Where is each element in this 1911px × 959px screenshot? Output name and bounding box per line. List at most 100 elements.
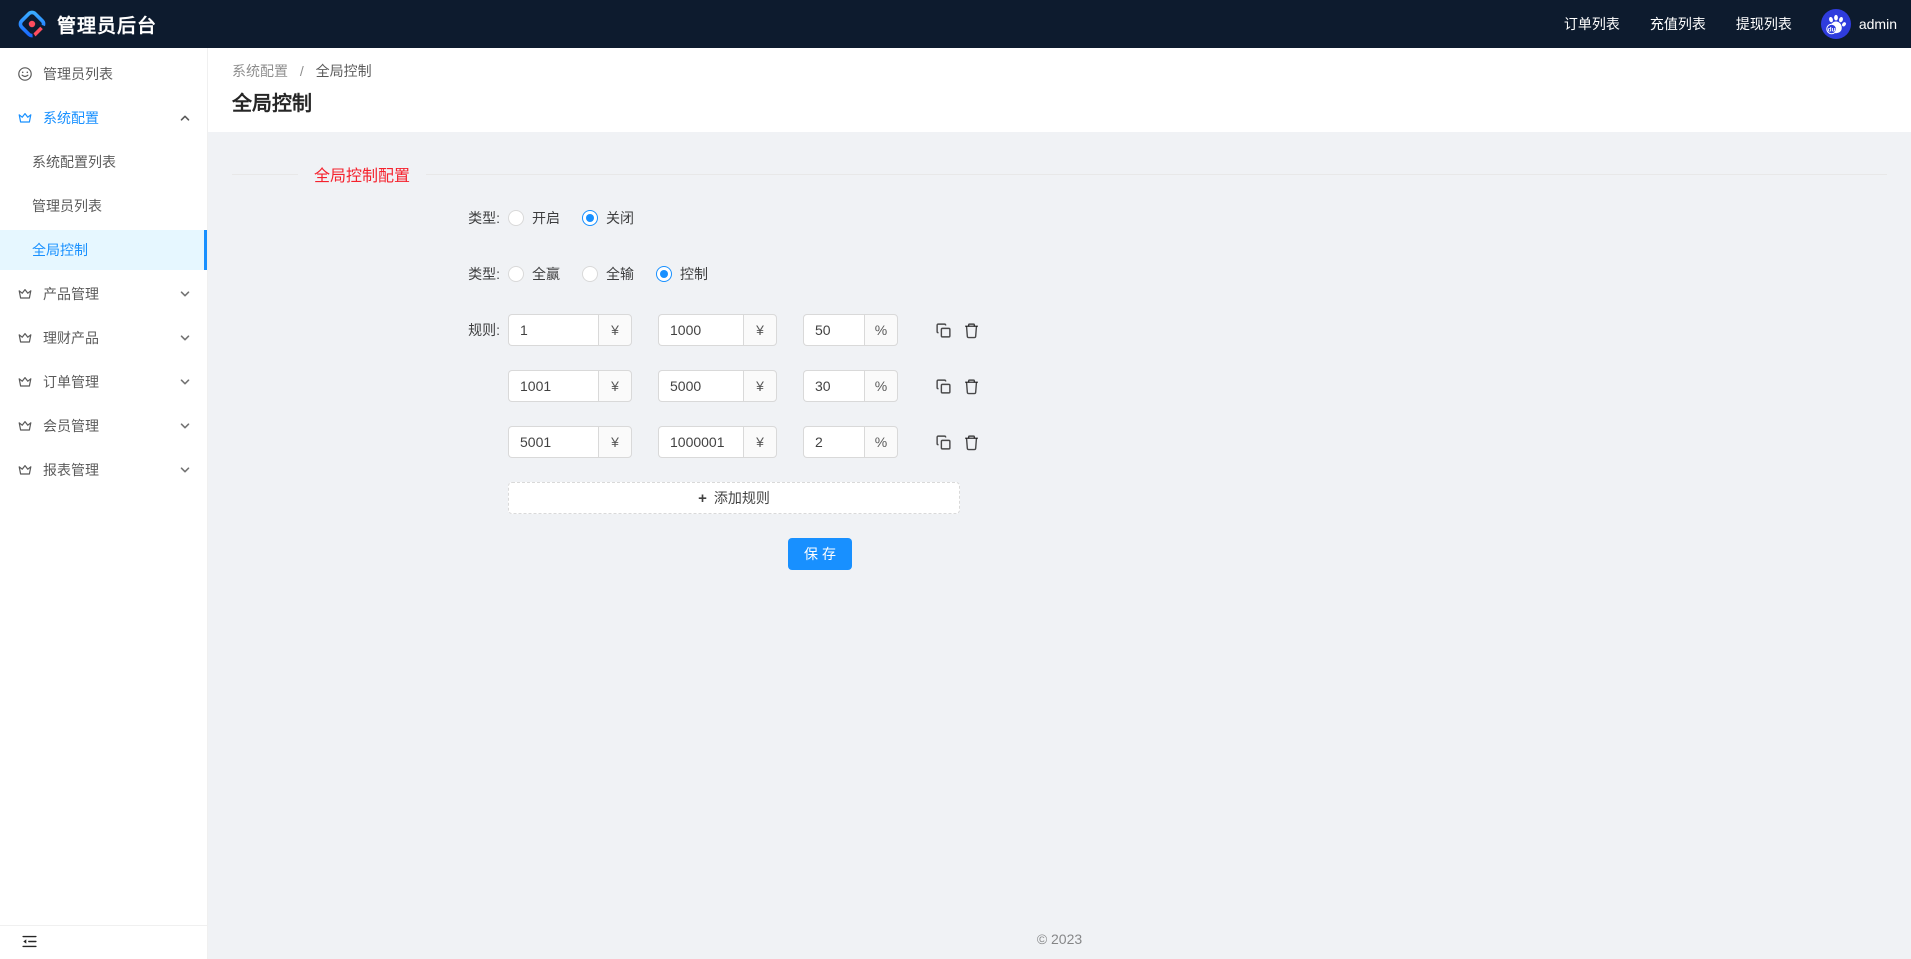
- sidebar-subitem-global-control[interactable]: 全局控制: [0, 230, 207, 270]
- breadcrumb-global-control: 全局控制: [316, 63, 372, 79]
- copy-rule-button[interactable]: [935, 434, 952, 451]
- crown-icon: [17, 462, 33, 478]
- delete-icon: [963, 434, 980, 451]
- radio-option-close[interactable]: 关闭: [582, 208, 634, 228]
- top-header: 管理员后台 订单列表 充值列表 提现列表 du admin: [0, 0, 1911, 48]
- chevron-down-icon: [180, 333, 190, 343]
- delete-icon: [963, 322, 980, 339]
- save-row: 保存: [232, 538, 1887, 570]
- sidebar-subitem-label: 全局控制: [32, 240, 88, 260]
- sidebar-item-label: 管理员列表: [43, 64, 113, 84]
- radio-icon[interactable]: [508, 266, 524, 282]
- divider-line-left: [232, 174, 298, 175]
- radio-option-all-win[interactable]: 全赢: [508, 264, 560, 284]
- sidebar-subitem-label: 管理员列表: [32, 196, 102, 216]
- currency-addon: ¥: [598, 426, 632, 458]
- rule-percent-group: %: [803, 370, 898, 402]
- radio-option-control[interactable]: 控制: [656, 264, 708, 284]
- sidebar-item-admin-list[interactable]: 管理员列表: [0, 54, 207, 94]
- crown-icon: [17, 110, 33, 126]
- sidebar-item-wealth-products[interactable]: 理财产品: [0, 318, 207, 358]
- rule-row: ¥ ¥ %: [232, 370, 1887, 402]
- rule-max-input[interactable]: [658, 426, 743, 458]
- sidebar-item-report-management[interactable]: 报表管理: [0, 450, 207, 490]
- add-rule-button[interactable]: + 添加规则: [508, 482, 960, 514]
- save-button[interactable]: 保存: [788, 538, 852, 570]
- copy-rule-button[interactable]: [935, 378, 952, 395]
- radio-option-open[interactable]: 开启: [508, 208, 560, 228]
- delete-rule-button[interactable]: [963, 322, 980, 339]
- chevron-down-icon: [180, 421, 190, 431]
- rule-max-input[interactable]: [658, 314, 743, 346]
- menu-fold-icon: [21, 933, 38, 953]
- crown-icon: [17, 418, 33, 434]
- divider-line-right: [426, 174, 1887, 175]
- breadcrumb: 系统配置 / 全局控制: [232, 61, 1887, 81]
- breadcrumb-separator: /: [300, 63, 304, 79]
- delete-rule-button[interactable]: [963, 378, 980, 395]
- type-switch-row: 类型: 开启 关闭: [232, 202, 1887, 234]
- rule-percent-input[interactable]: [803, 426, 864, 458]
- type-mode-row: 类型: 全赢 全输 控制: [232, 258, 1887, 290]
- rule-min-group: ¥: [508, 426, 632, 458]
- svg-text:du: du: [1827, 26, 1835, 33]
- breadcrumb-system-config[interactable]: 系统配置: [232, 63, 288, 79]
- sidebar-item-product-management[interactable]: 产品管理: [0, 274, 207, 314]
- rule-percent-group: %: [803, 314, 898, 346]
- rule-percent-input[interactable]: [803, 314, 864, 346]
- sidebar-subitem-system-config-list[interactable]: 系统配置列表: [0, 142, 207, 182]
- crown-icon: [17, 374, 33, 390]
- top-nav-withdraw-list[interactable]: 提现列表: [1721, 0, 1807, 48]
- sidebar-item-system-config[interactable]: 系统配置: [0, 98, 207, 138]
- crown-icon: [17, 286, 33, 302]
- avatar: du: [1821, 9, 1851, 39]
- copy-icon: [935, 322, 952, 339]
- currency-addon: ¥: [598, 314, 632, 346]
- radio-option-all-lose[interactable]: 全输: [582, 264, 634, 284]
- percent-addon: %: [864, 314, 898, 346]
- app-logo[interactable]: 管理员后台: [0, 9, 157, 39]
- radio-icon-checked[interactable]: [582, 210, 598, 226]
- type-switch-label: 类型:: [232, 208, 500, 228]
- main-content: 系统配置 / 全局控制 全局控制 全局控制配置 类型: 开启: [208, 48, 1911, 959]
- section-title: 全局控制配置: [314, 162, 410, 186]
- radio-icon[interactable]: [508, 210, 524, 226]
- top-nav-order-list[interactable]: 订单列表: [1549, 0, 1635, 48]
- sidebar-menu: 管理员列表 系统配置 系统配置列表 管理员列表 全局控制: [0, 48, 207, 925]
- page-header: 系统配置 / 全局控制 全局控制: [208, 48, 1911, 132]
- rule-min-input[interactable]: [508, 314, 598, 346]
- rule-max-group: ¥: [658, 370, 777, 402]
- user-menu[interactable]: du admin: [1807, 9, 1911, 39]
- crown-icon: [17, 330, 33, 346]
- app-logo-icon: [17, 9, 47, 39]
- currency-addon: ¥: [598, 370, 632, 402]
- sidebar-item-label: 系统配置: [43, 108, 99, 128]
- percent-addon: %: [864, 426, 898, 458]
- rule-percent-input[interactable]: [803, 370, 864, 402]
- sidebar-collapse-trigger[interactable]: [0, 925, 207, 959]
- rule-percent-group: %: [803, 426, 898, 458]
- rule-min-input[interactable]: [508, 426, 598, 458]
- rules-label: 规则:: [232, 320, 500, 340]
- rule-max-group: ¥: [658, 314, 777, 346]
- rule-min-group: ¥: [508, 370, 632, 402]
- username: admin: [1859, 16, 1897, 32]
- delete-rule-button[interactable]: [963, 434, 980, 451]
- page-footer: © 2023: [208, 918, 1911, 959]
- chevron-down-icon: [180, 377, 190, 387]
- rule-max-input[interactable]: [658, 370, 743, 402]
- sidebar-item-label: 报表管理: [43, 460, 99, 480]
- sidebar-item-member-management[interactable]: 会员管理: [0, 406, 207, 446]
- sidebar-item-order-management[interactable]: 订单管理: [0, 362, 207, 402]
- smile-icon: [17, 66, 33, 82]
- sidebar-subitem-admin-list[interactable]: 管理员列表: [0, 186, 207, 226]
- chevron-down-icon: [180, 465, 190, 475]
- percent-addon: %: [864, 370, 898, 402]
- rule-min-input[interactable]: [508, 370, 598, 402]
- copy-rule-button[interactable]: [935, 322, 952, 339]
- radio-icon-checked[interactable]: [656, 266, 672, 282]
- top-nav-recharge-list[interactable]: 充值列表: [1635, 0, 1721, 48]
- radio-icon[interactable]: [582, 266, 598, 282]
- section-divider: 全局控制配置: [232, 162, 1887, 186]
- plus-icon: +: [698, 491, 707, 506]
